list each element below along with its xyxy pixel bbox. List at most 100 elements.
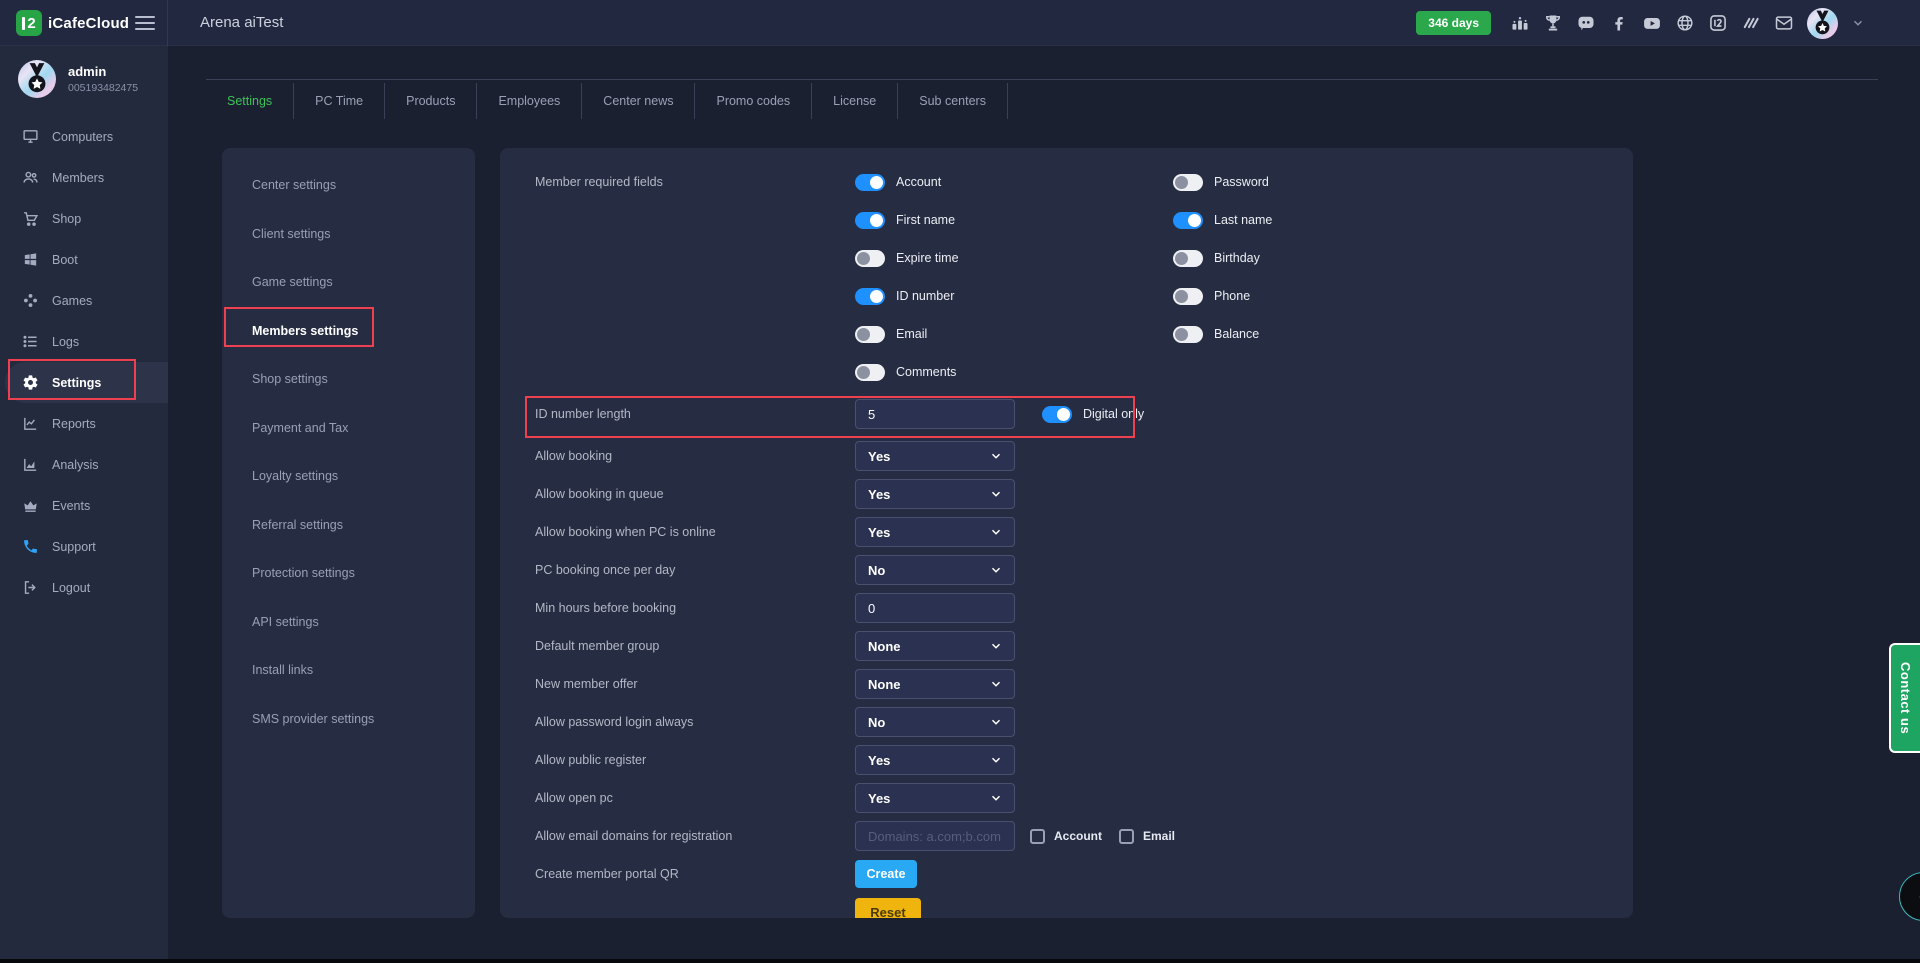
chevron-left-icon: [1914, 887, 1920, 907]
allow-public-register-select[interactable]: Yes: [855, 745, 1015, 775]
tab-employees[interactable]: Employees: [477, 83, 582, 119]
select-value: Yes: [868, 525, 890, 540]
sidebar-item-events[interactable]: Events: [0, 485, 168, 526]
toggle-row-last-name: Last name: [1173, 201, 1473, 239]
bottom-edge-strip: [0, 959, 1920, 963]
sidebar-item-games[interactable]: Games: [0, 280, 168, 321]
allow-booking-pc-online-select[interactable]: Yes: [855, 517, 1015, 547]
icafecloud-mark-icon[interactable]: [1708, 13, 1728, 33]
leaderboard-icon[interactable]: [1510, 13, 1530, 33]
digital-only-toggle[interactable]: [1042, 406, 1072, 423]
chevron-down-icon[interactable]: [1851, 16, 1865, 30]
sidebar-user[interactable]: admin 005193482475: [0, 46, 168, 112]
toggle-row-first-name: First name: [855, 201, 1173, 239]
last-name-toggle[interactable]: [1173, 212, 1203, 229]
first-name-toggle[interactable]: [855, 212, 885, 229]
youtube-icon[interactable]: [1642, 13, 1662, 33]
expire-time-toggle[interactable]: [855, 250, 885, 267]
submenu-members-settings[interactable]: Members settings: [222, 307, 475, 356]
submenu-center-settings[interactable]: Center settings: [222, 161, 475, 210]
mail-icon[interactable]: [1774, 13, 1794, 33]
user-avatar[interactable]: [1807, 8, 1838, 39]
account-checkbox[interactable]: [1030, 829, 1045, 844]
submenu-referral-settings[interactable]: Referral settings: [222, 501, 475, 550]
submenu-client-settings[interactable]: Client settings: [222, 210, 475, 259]
allow-booking-in-queue-select[interactable]: Yes: [855, 479, 1015, 509]
sidebar-item-shop[interactable]: Shop: [0, 198, 168, 239]
layers-icon[interactable]: [1741, 13, 1761, 33]
reset-button[interactable]: Reset: [855, 898, 921, 918]
account-toggle[interactable]: [855, 174, 885, 191]
tab-license[interactable]: License: [812, 83, 898, 119]
trophy-icon[interactable]: [1543, 13, 1563, 33]
sidebar-item-logs[interactable]: Logs: [0, 321, 168, 362]
logo-text: iCafeCloud: [48, 15, 129, 32]
sidebar-item-members[interactable]: Members: [0, 157, 168, 198]
id-number-length-input[interactable]: [855, 399, 1015, 429]
collapse-arrow-button[interactable]: [1899, 872, 1920, 921]
submenu-sms-provider-settings[interactable]: SMS provider settings: [222, 695, 475, 744]
submenu-protection-settings[interactable]: Protection settings: [222, 549, 475, 598]
submenu-api-settings[interactable]: API settings: [222, 598, 475, 647]
comments-toggle[interactable]: [855, 364, 885, 381]
sidebar-item-analysis[interactable]: Analysis: [0, 444, 168, 485]
submenu-loyalty-settings[interactable]: Loyalty settings: [222, 452, 475, 501]
form-row-min-hours-before-booking: Min hours before booking: [535, 589, 1633, 627]
field-label: PC booking once per day: [535, 563, 855, 577]
new-member-offer-select[interactable]: None: [855, 669, 1015, 699]
pc-booking-once-per-day-select[interactable]: No: [855, 555, 1015, 585]
license-days-badge[interactable]: 346 days: [1416, 11, 1491, 35]
allow-booking-select[interactable]: Yes: [855, 441, 1015, 471]
tab-promo-codes[interactable]: Promo codes: [695, 83, 812, 119]
sidebar-item-logout[interactable]: Logout: [0, 567, 168, 608]
sidebar-item-computers[interactable]: Computers: [0, 116, 168, 157]
sidebar-item-support[interactable]: Support: [0, 526, 168, 567]
email-domains-input[interactable]: [855, 821, 1015, 851]
email-checkbox[interactable]: [1119, 829, 1134, 844]
tab-pc-time[interactable]: PC Time: [294, 83, 385, 119]
reports-chart-icon: [22, 415, 39, 432]
toggle-label: Password: [1214, 175, 1269, 189]
password-toggle[interactable]: [1173, 174, 1203, 191]
submenu-install-links[interactable]: Install links: [222, 646, 475, 695]
toggle-row-comments: Comments: [855, 353, 1173, 391]
contact-us-button[interactable]: Contact us: [1889, 643, 1920, 753]
globe-icon[interactable]: [1675, 13, 1695, 33]
email-toggle[interactable]: [855, 326, 885, 343]
toggle-label: Balance: [1214, 327, 1259, 341]
submenu-payment-and-tax[interactable]: Payment and Tax: [222, 404, 475, 453]
min-hours-before-booking-input[interactable]: [855, 593, 1015, 623]
hamburger-menu-icon[interactable]: [135, 16, 155, 30]
birthday-toggle[interactable]: [1173, 250, 1203, 267]
select-value: Yes: [868, 449, 890, 464]
form-row-allow-public-register: Allow public register Yes: [535, 741, 1633, 779]
sidebar-item-reports[interactable]: Reports: [0, 403, 168, 444]
tab-center-news[interactable]: Center news: [582, 83, 695, 119]
submenu-game-settings[interactable]: Game settings: [222, 258, 475, 307]
phone-toggle[interactable]: [1173, 288, 1203, 305]
submenu-shop-settings[interactable]: Shop settings: [222, 355, 475, 404]
allow-open-pc-select[interactable]: Yes: [855, 783, 1015, 813]
facebook-icon[interactable]: [1609, 13, 1629, 33]
toggle-row-email: Email: [855, 315, 1173, 353]
sidebar-item-settings[interactable]: Settings: [5, 362, 168, 403]
icafecloud-app: 2 iCafeCloud Arena aiTest 346 days: [0, 0, 1920, 963]
topbar-right-cluster: 346 days: [1416, 0, 1865, 46]
user-id: 005193482475: [68, 82, 138, 94]
chevron-down-icon: [990, 678, 1002, 690]
sidebar-item-boot[interactable]: Boot: [0, 239, 168, 280]
chevron-down-icon: [990, 450, 1002, 462]
field-label: Allow booking: [535, 449, 855, 463]
discord-icon[interactable]: [1576, 13, 1596, 33]
user-name: admin: [68, 64, 138, 79]
allow-password-login-always-select[interactable]: No: [855, 707, 1015, 737]
tab-sub-centers[interactable]: Sub centers: [898, 83, 1008, 119]
balance-toggle[interactable]: [1173, 326, 1203, 343]
create-button[interactable]: Create: [855, 860, 917, 888]
icafecloud-logo-icon[interactable]: 2: [16, 10, 42, 36]
tab-settings[interactable]: Settings: [206, 83, 294, 119]
default-member-group-select[interactable]: None: [855, 631, 1015, 661]
tab-products[interactable]: Products: [385, 83, 477, 119]
toggle-label: Expire time: [896, 251, 959, 265]
id-number-toggle[interactable]: [855, 288, 885, 305]
